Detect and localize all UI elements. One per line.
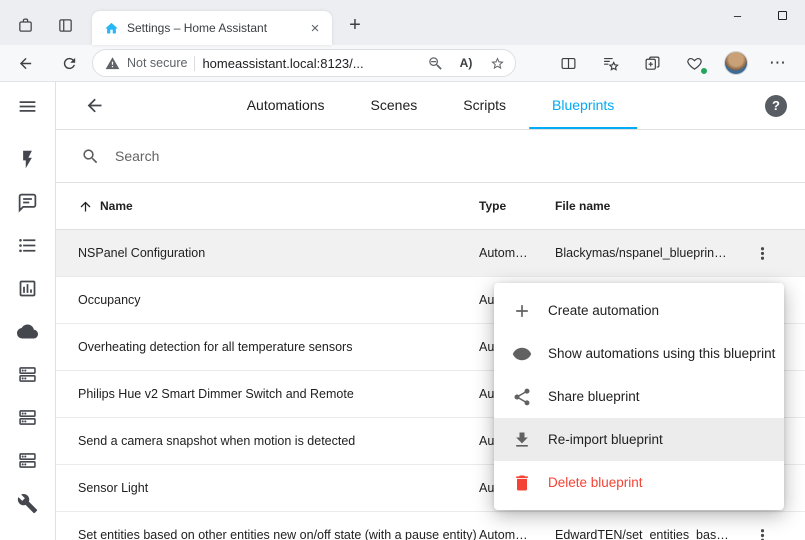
split-screen-icon[interactable] [551, 49, 585, 77]
security-label: Not secure [127, 56, 187, 70]
zoom-out-icon[interactable] [423, 51, 447, 75]
sidebar-menu-icon[interactable] [0, 82, 55, 130]
window-controls: – [715, 0, 805, 30]
read-aloud-icon[interactable]: A) [454, 51, 478, 75]
essentials-status-dot [700, 67, 708, 75]
table-row[interactable]: Set entities based on other entities new… [56, 512, 805, 540]
menu-item-create-automation[interactable]: Create automation [494, 289, 784, 332]
share-icon [512, 387, 532, 407]
row-overflow-menu-icon[interactable] [744, 235, 780, 271]
sidebar-item-server-1[interactable] [0, 353, 55, 396]
row-name: Sensor Light [78, 481, 479, 495]
column-file-name[interactable]: File name [555, 199, 737, 213]
sidebar-item-server-3[interactable] [0, 439, 55, 482]
ha-tab-bar: Automations Scenes Scripts Blueprints [224, 82, 638, 129]
sidebar-item-history[interactable] [0, 267, 55, 310]
menu-item-delete-blueprint[interactable]: Delete blueprint [494, 461, 784, 504]
menu-item-reimport-blueprint[interactable]: Re-import blueprint [494, 418, 784, 461]
plus-icon [512, 301, 532, 321]
column-type[interactable]: Type [479, 199, 555, 213]
sidebar-item-energy[interactable] [0, 138, 55, 181]
address-bar-divider [194, 56, 195, 71]
tab-close-icon[interactable]: × [306, 19, 324, 37]
url-text: homeassistant.local:8123/... [202, 56, 416, 71]
search-icon [81, 147, 100, 166]
row-type: Autom… [479, 528, 555, 540]
settings-more-icon[interactable]: ⋯ [761, 49, 795, 77]
column-name[interactable]: Name [78, 199, 479, 214]
row-name: Overheating detection for all temperatur… [78, 340, 479, 354]
favorite-star-icon[interactable] [485, 51, 509, 75]
tab-scripts[interactable]: Scripts [440, 82, 529, 129]
menu-item-share-blueprint[interactable]: Share blueprint [494, 375, 784, 418]
sidebar-item-message[interactable] [0, 181, 55, 224]
tab-blueprints[interactable]: Blueprints [529, 82, 637, 129]
ha-sidebar [0, 82, 56, 540]
browser-essentials-icon[interactable] [677, 49, 711, 77]
sidebar-items [0, 138, 55, 525]
browser-tab[interactable]: Settings – Home Assistant × [92, 11, 332, 45]
row-file: EdwardTEN/set_entities_bas… [555, 528, 737, 540]
sort-ascending-icon [78, 199, 93, 214]
eye-icon [512, 344, 532, 364]
row-name: Send a camera snapshot when motion is de… [78, 434, 479, 448]
home-assistant-favicon [104, 21, 119, 36]
collections-icon[interactable] [635, 49, 669, 77]
row-file: Blackymas/nspanel_blueprin… [555, 246, 737, 260]
favorites-icon[interactable] [593, 49, 627, 77]
new-tab-button[interactable]: + [342, 12, 368, 38]
download-icon [512, 430, 532, 450]
table-header: Name Type File name [56, 183, 805, 230]
search-row [56, 130, 805, 183]
tab-automations[interactable]: Automations [224, 82, 348, 129]
toolbar-right-icons: ⋯ [551, 49, 795, 77]
blueprint-context-menu: Create automation Show automations using… [494, 283, 784, 510]
row-type: Autom… [479, 246, 555, 260]
row-name: Occupancy [78, 293, 479, 307]
ha-back-button[interactable] [76, 88, 112, 124]
maximize-icon [778, 11, 787, 20]
tab-scenes[interactable]: Scenes [348, 82, 441, 129]
browser-toolbar: Not secure homeassistant.local:8123/... … [0, 45, 805, 82]
row-name: Set entities based on other entities new… [78, 528, 479, 540]
not-secure-warning-icon [105, 56, 120, 71]
ha-main: Automations Scenes Scripts Blueprints ? … [56, 82, 805, 540]
row-name: Philips Hue v2 Smart Dimmer Switch and R… [78, 387, 479, 401]
workspaces-icon[interactable] [12, 12, 38, 38]
home-assistant-app: Automations Scenes Scripts Blueprints ? … [0, 82, 805, 540]
sidebar-item-server-2[interactable] [0, 396, 55, 439]
browser-tab-strip: Settings – Home Assistant × + – [0, 0, 805, 45]
back-button[interactable] [10, 49, 40, 77]
row-overflow-menu-icon[interactable] [744, 517, 780, 540]
search-input[interactable] [115, 148, 435, 164]
avatar-image [724, 51, 748, 75]
minimize-button[interactable]: – [715, 0, 760, 30]
trash-icon [512, 473, 532, 493]
tab-strip-left-icons [12, 12, 78, 45]
help-icon[interactable]: ? [765, 95, 787, 117]
tab-title: Settings – Home Assistant [127, 21, 298, 35]
refresh-button[interactable] [54, 49, 84, 77]
ha-header: Automations Scenes Scripts Blueprints ? [56, 82, 805, 130]
sidebar-item-tools[interactable] [0, 482, 55, 525]
sidebar-item-logbook[interactable] [0, 224, 55, 267]
address-bar[interactable]: Not secure homeassistant.local:8123/... … [92, 49, 516, 77]
table-row[interactable]: NSPanel Configuration Autom… Blackymas/n… [56, 230, 805, 277]
menu-item-show-automations[interactable]: Show automations using this blueprint [494, 332, 784, 375]
row-name: NSPanel Configuration [78, 246, 479, 260]
tab-actions-icon[interactable] [52, 12, 78, 38]
profile-avatar[interactable] [719, 49, 753, 77]
sidebar-item-cloud[interactable] [0, 310, 55, 353]
maximize-button[interactable] [760, 0, 805, 30]
